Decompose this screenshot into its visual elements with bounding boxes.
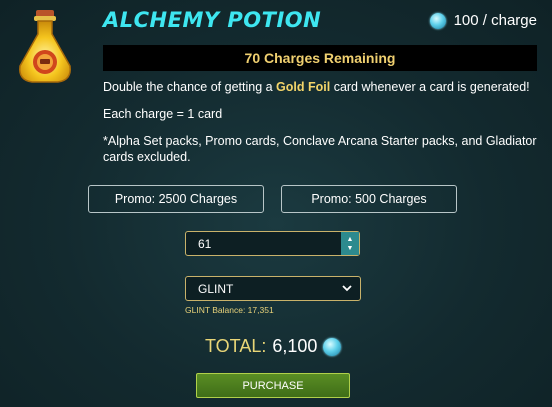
- stepper-up-icon[interactable]: ▲: [347, 235, 354, 244]
- quantity-input[interactable]: 61: [186, 237, 341, 251]
- alchemy-potion-panel: ALCHEMY POTION 100 / charge 70 Charges R…: [0, 0, 552, 407]
- description-line-2: Each charge = 1 card: [103, 107, 223, 121]
- quantity-stepper[interactable]: 61 ▲ ▼: [185, 231, 360, 256]
- credits-icon: [429, 12, 446, 29]
- gold-foil-highlight: Gold Foil: [276, 80, 331, 94]
- chevron-down-icon: [342, 285, 352, 292]
- total-display: TOTAL: 6,100: [205, 336, 342, 357]
- charge-price-label: 100 / charge: [453, 12, 537, 29]
- potion-icon: [19, 10, 71, 83]
- page-title: ALCHEMY POTION: [103, 8, 322, 32]
- description-text: Double the chance of getting a: [103, 80, 277, 94]
- description: Double the chance of getting a Gold Foil…: [103, 79, 543, 176]
- currency-select-value: GLINT: [198, 281, 234, 296]
- purchase-button[interactable]: PURCHASE: [196, 373, 350, 398]
- stepper-down-icon[interactable]: ▼: [347, 244, 354, 253]
- stepper-buttons[interactable]: ▲ ▼: [341, 232, 359, 255]
- charges-remaining-bar: 70 Charges Remaining: [103, 45, 537, 71]
- currency-select[interactable]: GLINT: [185, 276, 361, 301]
- description-line-1: Double the chance of getting a Gold Foil…: [103, 79, 543, 95]
- glint-balance: GLINT Balance: 17,351: [185, 305, 274, 315]
- charge-price: 100 / charge: [429, 12, 537, 29]
- promo-2500-button[interactable]: Promo: 2500 Charges: [88, 185, 264, 213]
- description-line-3: *Alpha Set packs, Promo cards, Conclave …: [103, 134, 537, 164]
- total-label: TOTAL:: [205, 336, 267, 356]
- promo-500-button[interactable]: Promo: 500 Charges: [281, 185, 457, 213]
- description-text: card whenever a card is generated!: [330, 80, 530, 94]
- credits-icon: [323, 337, 342, 356]
- total-value: 6,100: [272, 336, 318, 356]
